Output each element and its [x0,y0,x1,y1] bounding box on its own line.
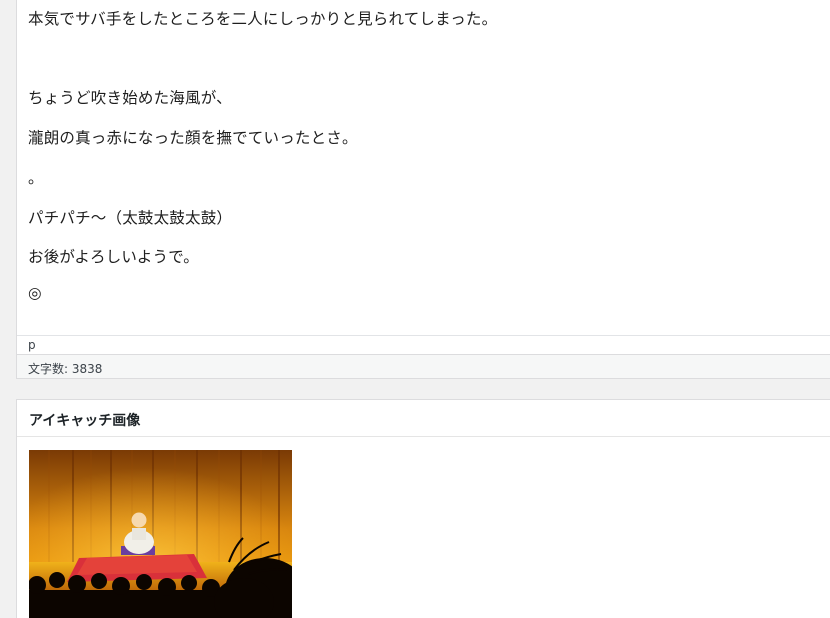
featured-image-metabox: アイキャッチ画像 [16,399,830,618]
editor-paragraph[interactable]: 瀧朗の真っ赤になった顔を撫でていったとさ。 [28,126,358,148]
rakugo-stage-photo-icon [29,450,292,618]
editor-paragraph[interactable]: パチパチ〜（太鼓太鼓太鼓） [28,206,232,228]
word-count: 文字数: 3838 [28,362,103,376]
featured-image-thumbnail[interactable] [29,450,292,618]
post-editor-page: 本気でサバ手をしたところを二人にしっかりと見られてしまった。 ちょうど吹き始めた… [0,0,830,618]
editor-status-bar: 文字数: 3838 [17,355,830,378]
element-path-bar: p [17,336,830,355]
editor-paragraph[interactable]: ちょうど吹き始めた海風が、 [28,86,232,108]
metabox-title: アイキャッチ画像 [29,413,141,429]
editor-paragraph[interactable]: 本気でサバ手をしたところを二人にしっかりと見られてしまった。 [28,7,497,29]
editor-content-area[interactable]: 本気でサバ手をしたところを二人にしっかりと見られてしまった。 ちょうど吹き始めた… [17,0,830,336]
metabox-header[interactable]: アイキャッチ画像 [17,400,830,437]
element-path[interactable]: p [28,338,36,352]
editor-paragraph[interactable]: お後がよろしいようで。 [28,245,199,267]
editor-paragraph[interactable]: ◎ [28,284,42,302]
editor-paragraph[interactable]: 。 [28,166,44,188]
classic-editor: 本気でサバ手をしたところを二人にしっかりと見られてしまった。 ちょうど吹き始めた… [16,0,830,379]
